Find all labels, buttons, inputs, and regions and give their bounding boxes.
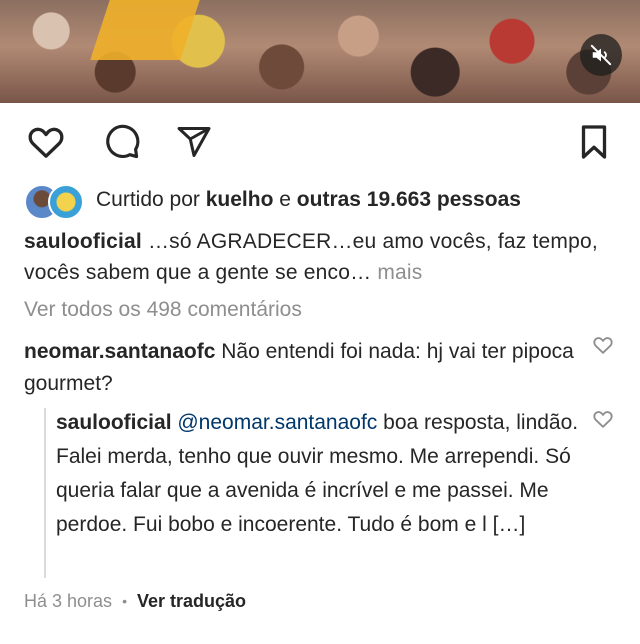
reply-item: saulooficial @neomar.santanaofc boa resp… (56, 406, 586, 542)
caption-more-link[interactable]: mais (371, 261, 422, 284)
save-button[interactable] (572, 120, 616, 164)
speaker-muted-icon (590, 44, 612, 66)
post-caption: saulooficial …só AGRADECER…eu amo vocês,… (24, 226, 624, 288)
send-icon (177, 127, 211, 157)
comment-username[interactable]: neomar.santanaofc (24, 340, 215, 363)
likes-text: Curtido por kuelho e outras 19.663 pesso… (96, 188, 521, 212)
post-footer: Há 3 horas • Ver tradução (24, 588, 246, 614)
see-translation-link[interactable]: Ver tradução (137, 591, 246, 612)
comment-icon (106, 124, 140, 159)
post-video[interactable] (0, 0, 640, 103)
reply-like-heart-icon[interactable] (592, 408, 614, 430)
likes-summary[interactable]: Curtido por kuelho e outras 19.663 pesso… (24, 180, 521, 220)
post-action-bar (0, 120, 640, 164)
like-button[interactable] (24, 120, 68, 164)
likes-user[interactable]: kuelho (206, 188, 274, 211)
likes-connector: e (279, 188, 291, 211)
post-timestamp: Há 3 horas (24, 590, 113, 611)
reply-username[interactable]: saulooficial (56, 411, 172, 434)
bookmark-icon (581, 125, 607, 159)
likes-prefix: Curtido por (96, 188, 200, 211)
heart-icon (28, 127, 64, 158)
liker-avatars (24, 182, 88, 220)
footer-separator: • (122, 593, 127, 609)
comment-like-heart-icon[interactable] (592, 334, 614, 356)
likes-others[interactable]: outras 19.663 pessoas (297, 188, 521, 211)
share-button[interactable] (172, 120, 216, 164)
comment-button[interactable] (100, 120, 144, 164)
avatar (48, 184, 84, 220)
video-content (90, 0, 200, 60)
reply-thread-line (44, 408, 46, 578)
caption-username[interactable]: saulooficial (24, 230, 142, 253)
comment-item: neomar.santanaofc Não entendi foi nada: … (24, 336, 584, 400)
mute-button[interactable] (580, 34, 622, 76)
view-all-comments-link[interactable]: Ver todos os 498 comentários (24, 298, 302, 322)
reply-mention[interactable]: @neomar.santanaofc (172, 411, 377, 434)
